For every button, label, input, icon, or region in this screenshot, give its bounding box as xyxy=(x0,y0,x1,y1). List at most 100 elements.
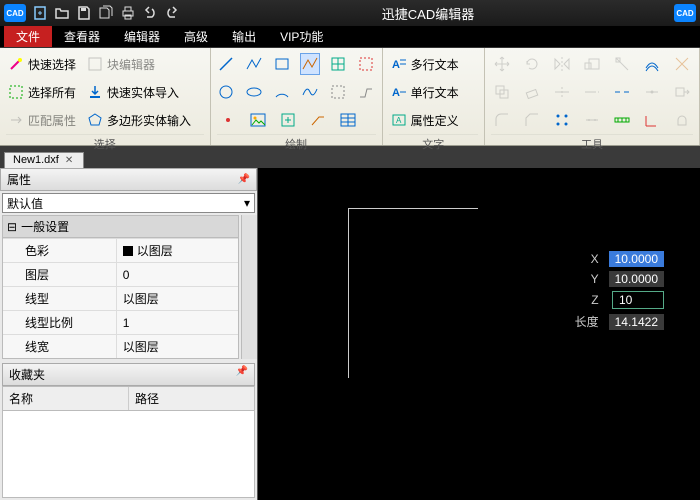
prop-row-color[interactable]: 色彩以图层 xyxy=(3,238,238,262)
polyline-active-icon[interactable] xyxy=(300,53,320,75)
menu-file[interactable]: 文件 xyxy=(4,26,52,47)
trim-icon[interactable] xyxy=(551,81,573,103)
array-icon[interactable] xyxy=(551,109,573,131)
pin-icon[interactable]: 📌 xyxy=(236,366,248,383)
move-icon[interactable] xyxy=(491,53,513,75)
svg-text:A: A xyxy=(392,59,400,71)
region-icon[interactable] xyxy=(356,53,376,75)
menu-advanced[interactable]: 高级 xyxy=(172,26,220,47)
polygon-entity-input-button[interactable]: 多边形实体输入 xyxy=(85,110,192,130)
prop-value: 以图层 xyxy=(116,335,238,358)
scrollbar[interactable] xyxy=(241,215,257,359)
fillet-icon[interactable] xyxy=(491,109,513,131)
copy-icon[interactable] xyxy=(491,81,513,103)
favorites-col-path[interactable]: 路径 xyxy=(129,387,254,410)
prop-row-ltype[interactable]: 线型以图层 xyxy=(3,286,238,310)
favorites-col-name[interactable]: 名称 xyxy=(3,387,129,410)
explode-icon[interactable] xyxy=(671,53,693,75)
boundary-icon[interactable] xyxy=(328,81,348,103)
stext-label: 单行文本 xyxy=(411,84,459,101)
prop-value: 1 xyxy=(116,311,238,334)
redo-icon[interactable] xyxy=(162,3,182,23)
join-icon[interactable] xyxy=(641,81,663,103)
mtext-button[interactable]: A 多行文本 xyxy=(389,54,460,74)
rect-icon[interactable] xyxy=(272,53,292,75)
insert-icon[interactable] xyxy=(277,109,299,131)
ribbon-title-tools: 工具 xyxy=(491,134,693,155)
block-editor-label: 块编辑器 xyxy=(107,56,155,73)
table-icon[interactable] xyxy=(337,109,359,131)
scale-icon[interactable] xyxy=(581,53,603,75)
coord-z-label: Z xyxy=(571,290,603,310)
ribbon-group-tools: 工具 xyxy=(485,48,700,145)
coord-z-input[interactable]: 10 xyxy=(612,291,664,309)
leader-icon[interactable] xyxy=(307,109,329,131)
drawing-canvas[interactable]: X10.0000 Y10.0000 Z10 长度14.1422 xyxy=(258,168,700,500)
measure-icon[interactable] xyxy=(611,109,633,131)
saveall-icon[interactable] xyxy=(96,3,116,23)
app-title: 迅捷CAD编辑器 xyxy=(186,4,670,23)
prop-label: 线宽 xyxy=(3,335,116,358)
menu-vip[interactable]: VIP功能 xyxy=(268,26,335,47)
circle-icon[interactable] xyxy=(217,81,237,103)
quick-select-button[interactable]: 快速选择 xyxy=(6,54,77,74)
attdef-button[interactable]: A属性定义 xyxy=(389,110,460,130)
block-icon xyxy=(86,55,104,73)
line-icon[interactable] xyxy=(217,53,237,75)
select-all-button[interactable]: 选择所有 xyxy=(6,82,77,102)
prop-row-layer[interactable]: 图层0 xyxy=(3,262,238,286)
prop-row-ltscale[interactable]: 线型比例1 xyxy=(3,310,238,334)
properties-header: 属性 📌 xyxy=(0,168,257,191)
quick-entity-import-button[interactable]: 快速实体导入 xyxy=(85,82,180,102)
polyline-icon[interactable] xyxy=(244,53,264,75)
coord-y-value[interactable]: 10.0000 xyxy=(609,271,664,287)
trace-icon[interactable] xyxy=(356,81,376,103)
default-dropdown[interactable]: 默认值 ▾ xyxy=(2,193,255,213)
stext-button[interactable]: A单行文本 xyxy=(389,82,460,102)
point-icon[interactable] xyxy=(217,109,239,131)
undo-icon[interactable] xyxy=(140,3,160,23)
menu-output[interactable]: 输出 xyxy=(220,26,268,47)
offset-icon[interactable] xyxy=(641,53,663,75)
open-icon[interactable] xyxy=(52,3,72,23)
title-bar: CAD 迅捷CAD编辑器 CAD xyxy=(0,0,700,26)
ucs-icon[interactable] xyxy=(641,109,663,131)
print-icon[interactable] xyxy=(118,3,138,23)
favorites-list[interactable] xyxy=(2,411,255,498)
prop-label: 线型比例 xyxy=(3,311,116,334)
chevron-down-icon: ▾ xyxy=(244,196,250,210)
extend-icon[interactable] xyxy=(581,81,603,103)
save-icon[interactable] xyxy=(74,3,94,23)
menu-editor[interactable]: 编辑器 xyxy=(112,26,172,47)
stext-icon: A xyxy=(390,83,408,101)
hatch-icon[interactable] xyxy=(328,53,348,75)
align-icon[interactable] xyxy=(611,53,633,75)
rotate-icon[interactable] xyxy=(521,53,543,75)
mtext-label: 多行文本 xyxy=(411,56,459,73)
close-icon[interactable]: ✕ xyxy=(65,155,73,166)
divide-icon[interactable] xyxy=(581,109,603,131)
favorites-columns: 名称 路径 xyxy=(2,386,255,411)
prop-row-lweight[interactable]: 线宽以图层 xyxy=(3,334,238,358)
ellipse-icon[interactable] xyxy=(244,81,264,103)
arc-icon[interactable] xyxy=(272,81,292,103)
document-tab[interactable]: New1.dxf ✕ xyxy=(4,152,84,168)
mirror-icon[interactable] xyxy=(551,53,573,75)
pin-icon[interactable]: 📌 xyxy=(238,174,250,185)
erase-icon[interactable] xyxy=(521,81,543,103)
break-icon[interactable] xyxy=(611,81,633,103)
drawing-shape xyxy=(348,208,478,378)
select-all-label: 选择所有 xyxy=(28,84,76,101)
purge-icon[interactable] xyxy=(671,109,693,131)
coord-x-value[interactable]: 10.0000 xyxy=(609,251,664,267)
menu-bar: 文件 查看器 编辑器 高级 输出 VIP功能 xyxy=(0,26,700,48)
menu-viewer[interactable]: 查看器 xyxy=(52,26,112,47)
stretch-icon[interactable] xyxy=(671,81,693,103)
block-editor-button: 块编辑器 xyxy=(85,54,156,74)
section-general[interactable]: ⊟一般设置 xyxy=(3,216,238,238)
new-icon[interactable] xyxy=(30,3,50,23)
image-icon[interactable] xyxy=(247,109,269,131)
chamfer-icon[interactable] xyxy=(521,109,543,131)
prop-label: 线型 xyxy=(3,287,116,310)
spline-icon[interactable] xyxy=(300,81,320,103)
